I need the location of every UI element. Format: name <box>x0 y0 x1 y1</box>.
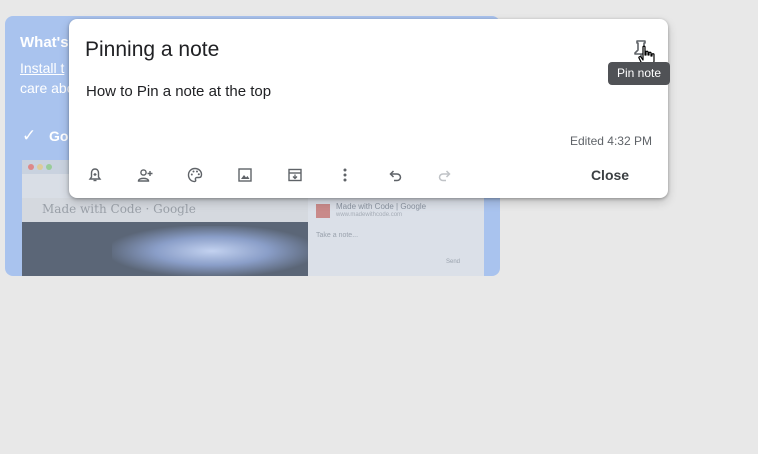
background-card-link[interactable]: Install t <box>20 60 64 76</box>
checkmark-icon: ✓ <box>22 126 37 145</box>
close-button[interactable]: Close <box>581 162 639 188</box>
edited-timestamp: Edited 4:32 PM <box>569 134 652 148</box>
note-dialog: Pinning a note How to Pin a note at the … <box>69 19 668 198</box>
light-streak <box>112 226 312 276</box>
window-dot-icon <box>28 164 34 170</box>
collaborator-icon[interactable] <box>133 163 157 187</box>
note-body[interactable]: How to Pin a note at the top <box>86 83 271 100</box>
archive-icon[interactable] <box>283 163 307 187</box>
keep-panel-preview: Made with Code | Google www.madewithcode… <box>308 198 484 276</box>
panel-title: Made with Code | Google <box>336 202 427 211</box>
palette-icon[interactable] <box>183 163 207 187</box>
redo-icon[interactable] <box>433 163 457 187</box>
made-with-code-bar: Made with Code · Google <box>22 198 322 222</box>
window-dot-icon <box>46 164 52 170</box>
pin-note-tooltip: Pin note <box>608 62 670 85</box>
background-card-body: care abo <box>20 80 75 96</box>
take-note-text: Take a note... <box>316 232 359 239</box>
image-icon[interactable] <box>233 163 257 187</box>
undo-icon[interactable] <box>383 163 407 187</box>
window-dot-icon <box>37 164 43 170</box>
more-icon[interactable] <box>333 163 357 187</box>
note-title[interactable]: Pinning a note <box>85 38 219 62</box>
madewithcode-logo <box>316 204 330 218</box>
remind-me-icon[interactable] <box>83 163 107 187</box>
made-with-code-text: Made with Code · Google <box>42 202 196 216</box>
send-text: Send <box>446 259 461 265</box>
background-card-title: What's <box>20 34 69 51</box>
background-card-check-text: Go <box>49 128 69 144</box>
panel-url: www.madewithcode.com <box>336 212 403 218</box>
